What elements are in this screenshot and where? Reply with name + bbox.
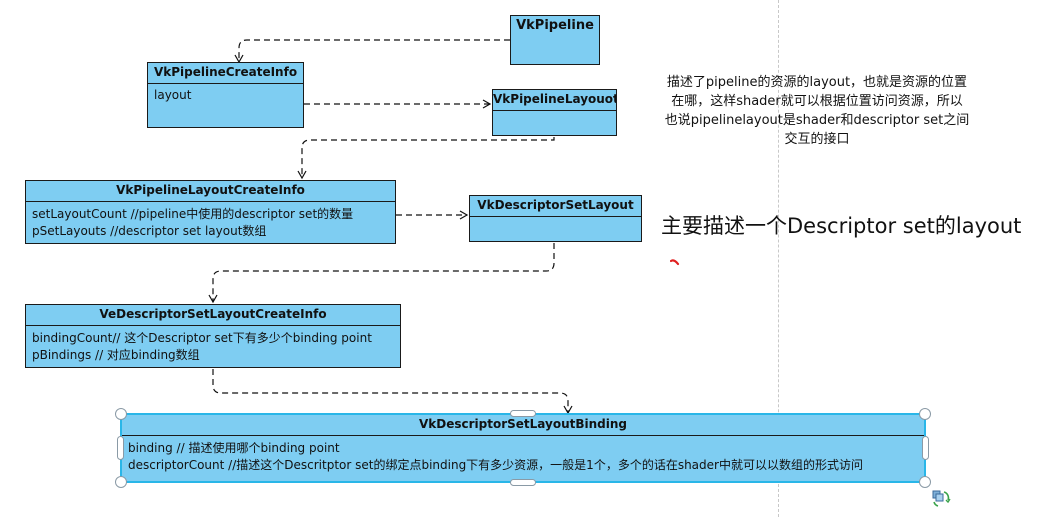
edge-layout-to-layoutcreateinfo xyxy=(302,135,555,178)
selection-outline xyxy=(120,413,926,483)
edge-setlayout-to-setlayoutcreateinfo xyxy=(208,243,555,304)
node-descriptor-set-layout-create-info[interactable]: VeDescriptorSetLayoutCreateInfo bindingC… xyxy=(25,304,401,368)
duplicate-rotate-icon[interactable] xyxy=(931,489,951,509)
note-descriptor-set: 主要描述一个Descriptor set的layout xyxy=(661,214,1022,238)
note-line: 在哪，这样shader就可以根据位置访问资源，所以 xyxy=(671,94,963,109)
resize-handle-bottom[interactable] xyxy=(510,479,536,486)
red-dot-mark xyxy=(670,259,680,266)
resize-handle-top-right[interactable] xyxy=(919,408,931,420)
resize-handle-right[interactable] xyxy=(922,436,929,460)
edge-pipeline-to-createinfo xyxy=(234,39,510,64)
field-layout: layout xyxy=(154,88,192,102)
node-vkpipeline[interactable]: VkPipeline xyxy=(510,15,600,65)
resize-handle-bottom-left[interactable] xyxy=(115,476,127,488)
field-binding-count: bindingCount// 这个Descriptor set下有多少个bind… xyxy=(32,331,372,345)
resize-handle-left[interactable] xyxy=(117,436,124,460)
node-pipeline-create-info[interactable]: VkPipelineCreateInfo layout xyxy=(147,62,304,128)
node-body: setLayoutCount //pipeline中使用的descriptor … xyxy=(26,202,395,243)
node-title: VkPipelineLayoutCreateInfo xyxy=(26,181,395,202)
node-title: VkPipelineLayouot xyxy=(493,90,616,111)
node-title: VkPipeline xyxy=(516,18,594,33)
node-title: VkDescriptorSetLayout xyxy=(470,196,641,217)
node-body: bindingCount// 这个Descriptor set下有多少个bind… xyxy=(26,326,400,367)
resize-handle-bottom-right[interactable] xyxy=(919,476,931,488)
note-line: 描述了pipeline的资源的layout，也就是资源的位置 xyxy=(666,75,968,90)
note-pipeline-layout: 描述了pipeline的资源的layout，也就是资源的位置 在哪，这样shad… xyxy=(636,73,998,149)
node-title: VkPipelineCreateInfo xyxy=(148,63,303,84)
node-pipeline-layout-create-info[interactable]: VkPipelineLayoutCreateInfo setLayoutCoun… xyxy=(25,180,396,244)
field-p-set-layouts: pSetLayouts //descriptor set layout数组 xyxy=(32,224,267,238)
edge-setlayoutcreateinfo-to-binding xyxy=(212,369,573,415)
note-line: 也说pipelinelayout是shader和descriptor set之间 xyxy=(664,113,970,128)
node-descriptor-set-layout[interactable]: VkDescriptorSetLayout xyxy=(469,195,642,242)
resize-handle-top[interactable] xyxy=(510,410,536,417)
field-set-layout-count: setLayoutCount //pipeline中使用的descriptor … xyxy=(32,207,354,221)
field-p-bindings: pBindings // 对应binding数组 xyxy=(32,348,200,362)
node-title: VeDescriptorSetLayoutCreateInfo xyxy=(26,305,400,326)
note-line: 交互的接口 xyxy=(784,132,850,147)
resize-handle-top-left[interactable] xyxy=(115,408,127,420)
node-pipeline-layout[interactable]: VkPipelineLayouot xyxy=(492,89,617,136)
node-body: layout xyxy=(148,84,303,107)
diagram-canvas[interactable]: VkPipeline VkPipelineCreateInfo layout V… xyxy=(0,0,1042,517)
